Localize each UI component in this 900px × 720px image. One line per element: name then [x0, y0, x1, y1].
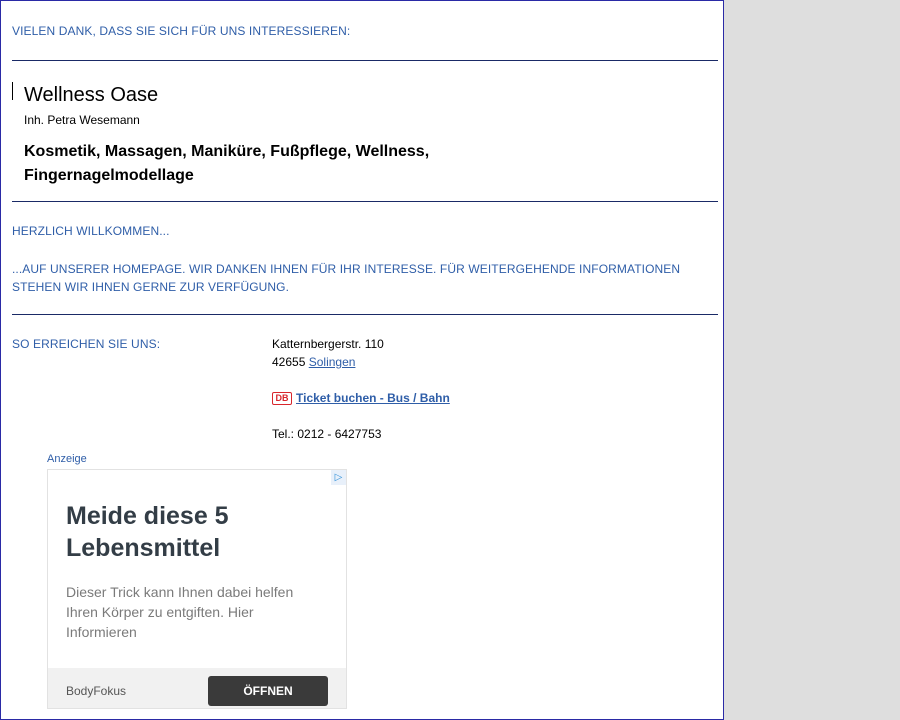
welcome-text: ...AUF UNSERER HOMEPAGE. WIR DANKEN IHNE…	[12, 262, 681, 294]
ad-title[interactable]: Meide diese 5 Lebensmittel	[66, 500, 326, 564]
ad-footer: BodyFokus ÖFFNEN	[48, 668, 346, 708]
divider	[12, 201, 718, 202]
contact-heading: SO ERREICHEN SIE UNS:	[12, 337, 161, 351]
advertisement[interactable]: ▷ Meide diese 5 Lebensmittel Dieser Tric…	[47, 469, 347, 709]
ad-label: Anzeige	[47, 453, 87, 465]
divider	[12, 314, 718, 315]
db-logo-icon: DB	[272, 392, 292, 405]
contact-phone: Tel.: 0212 - 6427753	[272, 427, 382, 441]
ad-choices-icon[interactable]: ▷	[331, 470, 346, 485]
page-content: VIELEN DANK, DASS SIE SICH FÜR UNS INTER…	[0, 0, 724, 720]
ad-body[interactable]: Dieser Trick kann Ihnen dabei helfen Ihr…	[66, 582, 326, 642]
ad-brand[interactable]: BodyFokus	[66, 684, 126, 698]
thanks-heading: VIELEN DANK, DASS SIE SICH FÜR UNS INTER…	[12, 24, 351, 38]
city-link[interactable]: Solingen	[309, 355, 356, 369]
contact-street: Katternbergerstr. 110	[272, 337, 384, 351]
business-name: Wellness Oase	[24, 84, 159, 106]
ad-open-button[interactable]: ÖFFNEN	[208, 676, 328, 706]
welcome-heading: HERZLICH WILLKOMMEN...	[12, 224, 170, 238]
contact-zip: 42655	[272, 355, 306, 369]
business-owner: Inh. Petra Wesemann	[24, 113, 140, 127]
divider	[12, 60, 718, 61]
business-services: Kosmetik, Massagen, Maniküre, Fußpflege,…	[24, 143, 430, 184]
ticket-booking-link[interactable]: Ticket buchen - Bus / Bahn	[296, 391, 450, 405]
text-cursor	[12, 82, 13, 100]
contact-city-line: 42655 Solingen	[272, 355, 355, 369]
